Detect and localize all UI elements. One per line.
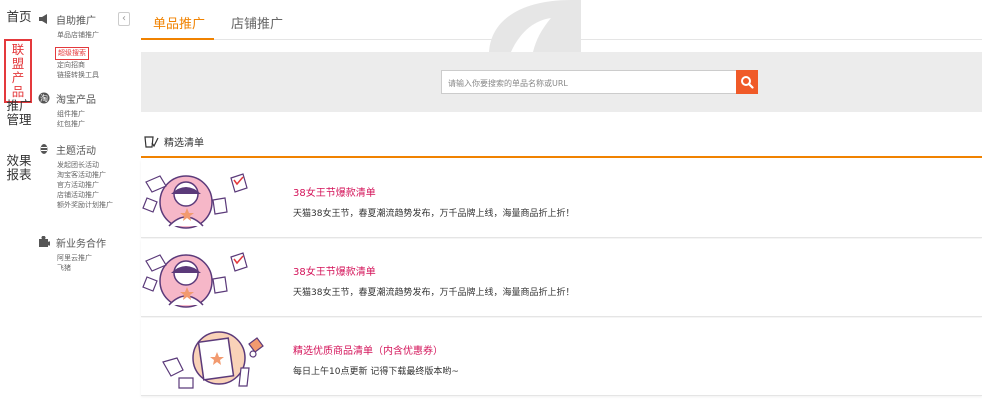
section-title: 精选清单 <box>164 138 204 149</box>
sidebar-item-red-packet-promo[interactable]: 红包推广 <box>57 119 138 129</box>
search-input[interactable]: 请输入你要搜索的单品名称或URL <box>441 70 737 94</box>
sidebar-item-super-search[interactable]: 超级搜索 <box>55 47 89 60</box>
sidebar-group-new-business: 新业务合作 阿里云推广 飞猪 <box>38 235 138 273</box>
sidebar-item-link-convert-tool[interactable]: 链接转换工具 <box>57 70 138 80</box>
card-title[interactable]: 38女王节爆款清单 <box>293 184 376 199</box>
sidebar-collapse-button[interactable]: ‹ <box>118 12 130 26</box>
secondary-sidebar: 自助推广 单品店铺推广 超级搜索 定向招商 链接转换工具 淘 淘宝产品 组件推广… <box>38 0 138 400</box>
nav-home[interactable]: 首页 <box>6 10 32 24</box>
sidebar-group-theme-activities: 主题活动 发起团长活动 淘宝客活动推广 官方活动推广 店铺活动推广 额外奖励计划… <box>38 142 138 210</box>
search-band: 请输入你要搜索的单品名称或URL <box>141 52 982 112</box>
card-description: 每日上午10点更新 记得下载最终版本哟~ <box>293 367 459 377</box>
search-button[interactable] <box>736 70 758 94</box>
card-description: 天猫38女王节，春夏潮流趋势发布，万千品牌上线，海量商品折上折！ <box>293 209 575 219</box>
sidebar-group-header[interactable]: 主题活动 <box>38 142 138 157</box>
coupon-list-illustration <box>141 322 271 394</box>
curated-list-header: 精选清单 <box>141 132 982 158</box>
nav-alliance-products[interactable]: 联盟产品 <box>4 39 32 103</box>
svg-text:淘: 淘 <box>40 93 48 103</box>
sidebar-item-targeted-invite[interactable]: 定向招商 <box>57 60 138 70</box>
card-title[interactable]: 精选优质商品清单（内含优惠券） <box>293 342 443 357</box>
sidebar-item-taoke-activity[interactable]: 淘宝客活动推广 <box>57 170 138 180</box>
sidebar-item-single-shop-promo[interactable]: 单品店铺推广 <box>57 30 138 40</box>
women-day-illustration <box>141 243 271 315</box>
main-content: 单品推广 店铺推广 请输入你要搜索的单品名称或URL 精选清单 38女王节爆款清… <box>141 0 982 400</box>
women-day-illustration <box>141 164 271 236</box>
sidebar-item-aliyun-promo[interactable]: 阿里云推广 <box>57 253 138 263</box>
taobao-icon: 淘 <box>38 92 50 104</box>
sidebar-item-component-promo[interactable]: 组件推广 <box>57 109 138 119</box>
tab-shop[interactable]: 店铺推广 <box>231 13 283 32</box>
sidebar-group-header[interactable]: 新业务合作 <box>38 235 138 250</box>
sidebar-item-fliggy[interactable]: 飞猪 <box>57 263 138 273</box>
sidebar-group-title: 自助推广 <box>56 15 96 27</box>
sidebar-group-title: 淘宝产品 <box>56 94 96 106</box>
list-item[interactable]: 精选优质商品清单（内含优惠券） 每日上午10点更新 记得下载最终版本哟~ <box>141 318 982 396</box>
active-tab-indicator <box>141 38 214 40</box>
sidebar-group-taobao-products: 淘 淘宝产品 组件推广 红包推广 <box>38 91 138 129</box>
sidebar-group-title: 新业务合作 <box>56 238 106 250</box>
card-title[interactable]: 38女王节爆款清单 <box>293 263 376 278</box>
tab-single-product[interactable]: 单品推广 <box>153 13 205 32</box>
theme-icon <box>38 143 50 155</box>
sidebar-group-header[interactable]: 淘 淘宝产品 <box>38 91 138 106</box>
sidebar-item-leader-activity[interactable]: 发起团长活动 <box>57 160 138 170</box>
list-item[interactable]: 38女王节爆款清单 天猫38女王节，春夏潮流趋势发布，万千品牌上线，海量商品折上… <box>141 239 982 317</box>
nav-promotion-management[interactable]: 推广管理 <box>6 99 32 127</box>
primary-vertical-nav: 首页 联盟产品 推广管理 效果报表 <box>0 0 36 400</box>
sidebar-item-official-activity[interactable]: 官方活动推广 <box>57 180 138 190</box>
sidebar-group-title: 主题活动 <box>56 145 96 157</box>
megaphone-icon <box>38 13 50 25</box>
decorative-swoosh <box>481 0 581 52</box>
search-icon <box>741 76 754 89</box>
card-description: 天猫38女王节，春夏潮流趋势发布，万千品牌上线，海量商品折上折！ <box>293 288 575 298</box>
sidebar-item-extra-reward[interactable]: 额外奖励计划推广 <box>57 200 138 210</box>
sidebar-item-shop-activity[interactable]: 店铺活动推广 <box>57 190 138 200</box>
list-item[interactable]: 38女王节爆款清单 天猫38女王节，春夏潮流趋势发布，万千品牌上线，海量商品折上… <box>141 160 982 238</box>
puzzle-icon <box>38 235 52 248</box>
checklist-icon <box>143 134 159 154</box>
nav-effect-reports[interactable]: 效果报表 <box>6 154 32 182</box>
